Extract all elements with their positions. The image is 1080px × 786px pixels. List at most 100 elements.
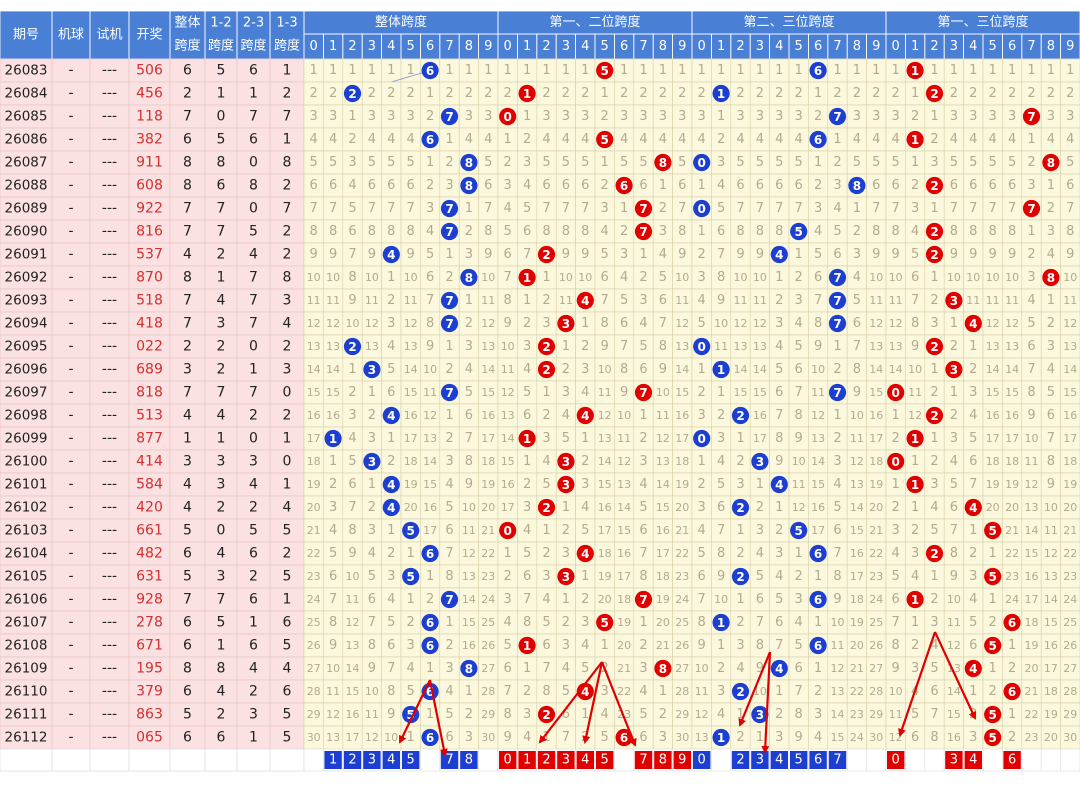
span-value: 4 — [249, 477, 258, 493]
hit-number: 6 — [426, 731, 434, 745]
miss-count: 1 — [1008, 707, 1016, 722]
miss-count: 12 — [656, 432, 670, 445]
miss-count: 8 — [523, 615, 531, 630]
miss-count: 7 — [717, 247, 725, 262]
miss-count: 2 — [387, 86, 395, 101]
hit-number: 4 — [969, 662, 977, 676]
miss-count: 2 — [950, 86, 958, 101]
bottom-grid-cell — [1060, 748, 1080, 772]
miss-count: 4 — [717, 178, 725, 193]
miss-count: 7 — [833, 546, 841, 561]
miss-count: 3 — [969, 109, 977, 124]
miss-count: 4 — [368, 546, 376, 561]
miss-count: 14 — [617, 501, 631, 514]
miss-count: 18 — [404, 455, 418, 468]
miss-count: 9 — [698, 638, 706, 653]
miss-count: 1 — [639, 63, 647, 78]
row-text: - — [68, 293, 73, 309]
row-text: --- — [102, 615, 117, 631]
span-value: 6 — [183, 638, 192, 654]
hit-number: 2 — [542, 501, 550, 515]
miss-count: 2 — [601, 178, 609, 193]
miss-count: 2 — [756, 86, 764, 101]
miss-count: 1 — [542, 63, 550, 78]
miss-count: 1 — [581, 431, 589, 446]
hit-number: 6 — [426, 547, 434, 561]
digit-header-label: 3 — [562, 39, 570, 54]
miss-count: 4 — [523, 730, 531, 745]
miss-count: 1 — [620, 63, 628, 78]
miss-count: 15 — [423, 478, 437, 491]
issue-number: 26107 — [5, 615, 48, 631]
miss-count: 2 — [581, 86, 589, 101]
miss-count: 6 — [368, 178, 376, 193]
miss-count: 3 — [310, 109, 318, 124]
miss-count: 1 — [911, 500, 919, 515]
miss-count: 2 — [445, 362, 453, 377]
hit-number: 7 — [833, 110, 841, 124]
miss-count: 19 — [850, 616, 864, 629]
miss-count: 3 — [387, 109, 395, 124]
miss-count: 3 — [911, 661, 919, 676]
miss-count: 2 — [1027, 247, 1035, 262]
miss-count: 10 — [481, 271, 495, 284]
miss-count: 2 — [659, 707, 667, 722]
span-value: 5 — [283, 707, 292, 723]
span-value: 6 — [183, 615, 192, 631]
miss-count: 10 — [326, 271, 340, 284]
miss-count: 10 — [404, 271, 418, 284]
miss-count: 1 — [601, 86, 609, 101]
miss-count: 11 — [346, 593, 360, 606]
miss-count: 3 — [892, 109, 900, 124]
miss-count: 11 — [559, 294, 573, 307]
row-text: --- — [102, 316, 117, 332]
span-value: 2 — [217, 707, 226, 723]
miss-count: 6 — [523, 569, 531, 584]
group-header-label: 第一、三位跨度 — [937, 14, 1028, 30]
miss-count: 9 — [562, 247, 570, 262]
miss-count: 21 — [850, 662, 864, 675]
miss-count: 1 — [562, 339, 570, 354]
miss-count: 1 — [930, 569, 938, 584]
miss-count: 3 — [542, 316, 550, 331]
miss-count: 1 — [1047, 293, 1055, 308]
miss-count: 15 — [1025, 547, 1039, 560]
miss-count: 6 — [814, 270, 822, 285]
digit-header-label: 1 — [911, 39, 919, 54]
miss-count: 4 — [814, 730, 822, 745]
miss-count: 1 — [892, 477, 900, 492]
trend-chart-page: 期号 机球 试机 开奖 整体 跨度 1-2 跨度 2-3 跨度 1-3 跨度 整体跨度 0 1 2 3 4 5 6 7 8… — [0, 0, 1080, 782]
digit-header-label: 2 — [930, 39, 938, 54]
span-value: 7 — [183, 592, 192, 608]
selected-digit: 3 — [562, 753, 570, 768]
miss-count: 12 — [326, 317, 340, 330]
row-text: - — [68, 546, 73, 562]
hit-number: 8 — [465, 662, 473, 676]
miss-count: 7 — [1008, 201, 1016, 216]
miss-count: 3 — [795, 109, 803, 124]
miss-count: 1 — [717, 385, 725, 400]
miss-count: 17 — [481, 432, 495, 445]
row-text: --- — [102, 569, 117, 585]
miss-count: 3 — [581, 362, 589, 377]
hit-number: 2 — [930, 87, 938, 101]
miss-count: 7 — [698, 592, 706, 607]
hit-number: 0 — [504, 524, 512, 538]
issue-number: 26087 — [5, 155, 48, 171]
miss-count: 11 — [598, 386, 612, 399]
span-value: 6 — [249, 132, 258, 148]
miss-count: 30 — [675, 731, 689, 744]
digit-header-label: 4 — [581, 39, 589, 54]
span-value: 2 — [217, 500, 226, 516]
miss-count: 4 — [1047, 132, 1055, 147]
miss-count: 12 — [404, 317, 418, 330]
miss-count: 4 — [426, 224, 434, 239]
miss-count: 2 — [911, 523, 919, 538]
miss-count: 5 — [407, 684, 415, 699]
miss-count: 5 — [756, 569, 764, 584]
hit-number: 7 — [445, 225, 453, 239]
row-text: - — [68, 454, 73, 470]
draw-number: 482 — [136, 546, 163, 562]
miss-count: 5 — [562, 684, 570, 699]
issue-number: 26103 — [5, 523, 48, 539]
